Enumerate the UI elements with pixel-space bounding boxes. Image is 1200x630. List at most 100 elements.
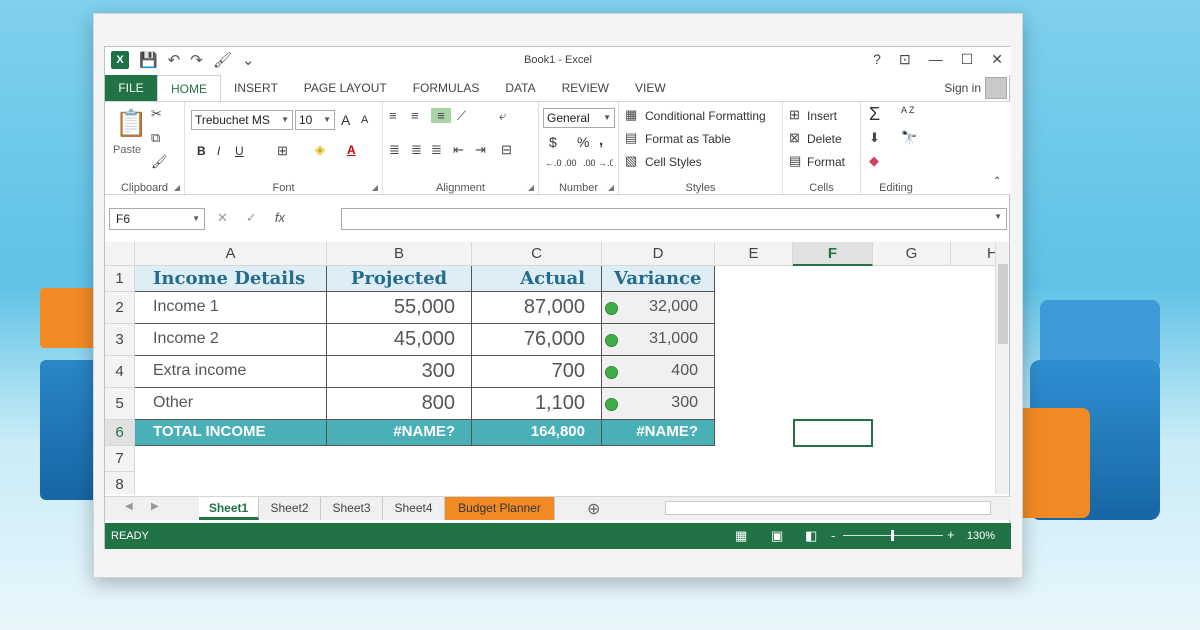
sheet-tab-budget-planner[interactable]: Budget Planner (445, 497, 555, 520)
delete-cells-button[interactable]: Delete (807, 132, 842, 146)
merge-center-icon[interactable]: ⊟ (501, 142, 512, 158)
insert-function-icon[interactable]: fx (275, 210, 285, 226)
column-header[interactable]: H (951, 242, 995, 266)
autosum-button[interactable]: Σ (869, 104, 880, 125)
format-as-table-button[interactable]: Format as Table (645, 132, 731, 146)
align-center-icon[interactable]: ≣ (411, 142, 422, 158)
tab-review[interactable]: REVIEW (549, 75, 622, 101)
font-name-select[interactable]: Trebuchet MS ▼ (191, 110, 293, 130)
wrap-text-icon[interactable]: ⤶ (499, 108, 506, 124)
tab-insert[interactable]: INSERT (221, 75, 291, 101)
number-format-select[interactable]: General ▼ (543, 108, 615, 128)
cut-icon[interactable]: ✂ (151, 106, 162, 122)
format-cells-button[interactable]: Format (807, 155, 845, 169)
page-layout-view-icon[interactable]: ▣ (771, 528, 783, 544)
format-painter-icon[interactable]: 🖌 (151, 154, 168, 170)
sort-filter-button[interactable]: A Z (901, 106, 915, 115)
variance-cell[interactable]: 31,000 (602, 324, 715, 356)
italic-button[interactable]: I (217, 144, 220, 158)
clear-icon[interactable]: ◆ (869, 153, 879, 169)
find-select-icon[interactable]: 🔭 (901, 130, 917, 146)
income-label-cell[interactable]: Extra income (135, 356, 327, 388)
enter-icon[interactable]: ✓ (246, 210, 257, 226)
zoom-slider[interactable] (843, 530, 943, 541)
fill-color-icon[interactable]: ◈ (315, 142, 325, 158)
close-icon[interactable]: ✕ (991, 51, 1003, 68)
align-bottom-icon[interactable]: ≡ (431, 108, 451, 123)
collapse-ribbon-icon[interactable]: ⌃ (993, 176, 1001, 187)
actual-cell[interactable]: 76,000 (472, 324, 602, 356)
header-cell[interactable]: Actual (472, 266, 602, 292)
help-icon[interactable]: ? (873, 51, 881, 68)
orientation-icon[interactable]: ⟋ (457, 108, 466, 124)
row-header[interactable]: 8 (105, 472, 135, 494)
row-header[interactable]: 4 (105, 356, 135, 388)
launcher-icon[interactable]: ◢ (372, 183, 378, 192)
row-header[interactable]: 3 (105, 324, 135, 356)
paste-button[interactable]: Paste (113, 144, 141, 156)
column-header[interactable]: A (135, 242, 327, 266)
conditional-formatting-button[interactable]: Conditional Formatting (645, 109, 766, 123)
font-color-button[interactable]: A (347, 143, 356, 157)
actual-cell[interactable]: 700 (472, 356, 602, 388)
row-header[interactable]: 5 (105, 388, 135, 420)
horizontal-scrollbar[interactable] (665, 501, 991, 515)
zoom-level[interactable]: 130% (967, 530, 995, 542)
projected-cell[interactable]: 45,000 (327, 324, 472, 356)
scroll-right-icon[interactable]: ▶ (151, 501, 159, 512)
sign-in-link[interactable]: Sign in (944, 81, 981, 95)
tab-view[interactable]: VIEW (622, 75, 679, 101)
launcher-icon[interactable]: ◢ (174, 183, 180, 192)
column-header[interactable]: D (602, 242, 715, 266)
projected-cell[interactable]: 300 (327, 356, 472, 388)
column-header[interactable]: C (472, 242, 602, 266)
insert-cells-button[interactable]: Insert (807, 109, 837, 123)
tab-page-layout[interactable]: PAGE LAYOUT (291, 75, 400, 101)
zoom-in-button[interactable]: + (947, 527, 955, 542)
sheet-tab-sheet1[interactable]: Sheet1 (199, 497, 259, 520)
chevron-down-icon[interactable]: ▼ (994, 212, 1002, 221)
minimize-icon[interactable]: — (929, 51, 943, 68)
vertical-scrollbar[interactable] (995, 242, 1009, 494)
income-label-cell[interactable]: Income 1 (135, 292, 327, 324)
total-projected-cell[interactable]: #NAME? (327, 420, 472, 446)
add-sheet-icon[interactable]: ⊕ (587, 499, 600, 519)
scroll-left-icon[interactable]: ◀ (125, 501, 133, 512)
total-variance-cell[interactable]: #NAME? (602, 420, 715, 446)
total-label-cell[interactable]: TOTAL INCOME (135, 420, 327, 446)
income-label-cell[interactable]: Income 2 (135, 324, 327, 356)
zoom-slider-knob[interactable] (891, 530, 894, 541)
cancel-icon[interactable]: ✕ (217, 210, 228, 226)
scroll-thumb[interactable] (998, 264, 1008, 344)
increase-indent-icon[interactable]: ⇥ (475, 142, 486, 158)
grow-font-button[interactable]: A (341, 112, 350, 128)
actual-cell[interactable]: 87,000 (472, 292, 602, 324)
tab-home[interactable]: HOME (157, 75, 221, 101)
column-header[interactable]: B (327, 242, 472, 266)
shrink-font-button[interactable]: A (361, 114, 368, 126)
tab-data[interactable]: DATA (492, 75, 548, 101)
actual-cell[interactable]: 1,100 (472, 388, 602, 420)
income-label-cell[interactable]: Other (135, 388, 327, 420)
sheet-tab-sheet3[interactable]: Sheet3 (321, 497, 383, 520)
formula-input[interactable]: ▼ (341, 208, 1007, 230)
sheet-tab-sheet4[interactable]: Sheet4 (383, 497, 445, 520)
variance-cell[interactable]: 400 (602, 356, 715, 388)
tab-formulas[interactable]: FORMULAS (400, 75, 493, 101)
header-cell[interactable]: Projected (327, 266, 472, 292)
currency-button[interactable]: $ (549, 134, 557, 150)
decrease-indent-icon[interactable]: ⇤ (453, 142, 464, 158)
projected-cell[interactable]: 800 (327, 388, 472, 420)
ribbon-display-icon[interactable]: ⊡ (899, 51, 911, 68)
total-actual-cell[interactable]: 164,800 (472, 420, 602, 446)
row-header[interactable]: 6 (105, 420, 135, 446)
tab-file[interactable]: FILE (105, 75, 157, 101)
align-right-icon[interactable]: ≣ (431, 142, 442, 158)
header-cell[interactable]: Income Details (135, 266, 327, 292)
cell-styles-button[interactable]: Cell Styles (645, 155, 702, 169)
bold-button[interactable]: B (197, 144, 206, 158)
launcher-icon[interactable]: ◢ (608, 183, 614, 192)
borders-icon[interactable]: ⊞ (277, 143, 288, 159)
column-header[interactable]: E (715, 242, 793, 266)
column-header[interactable]: G (873, 242, 951, 266)
